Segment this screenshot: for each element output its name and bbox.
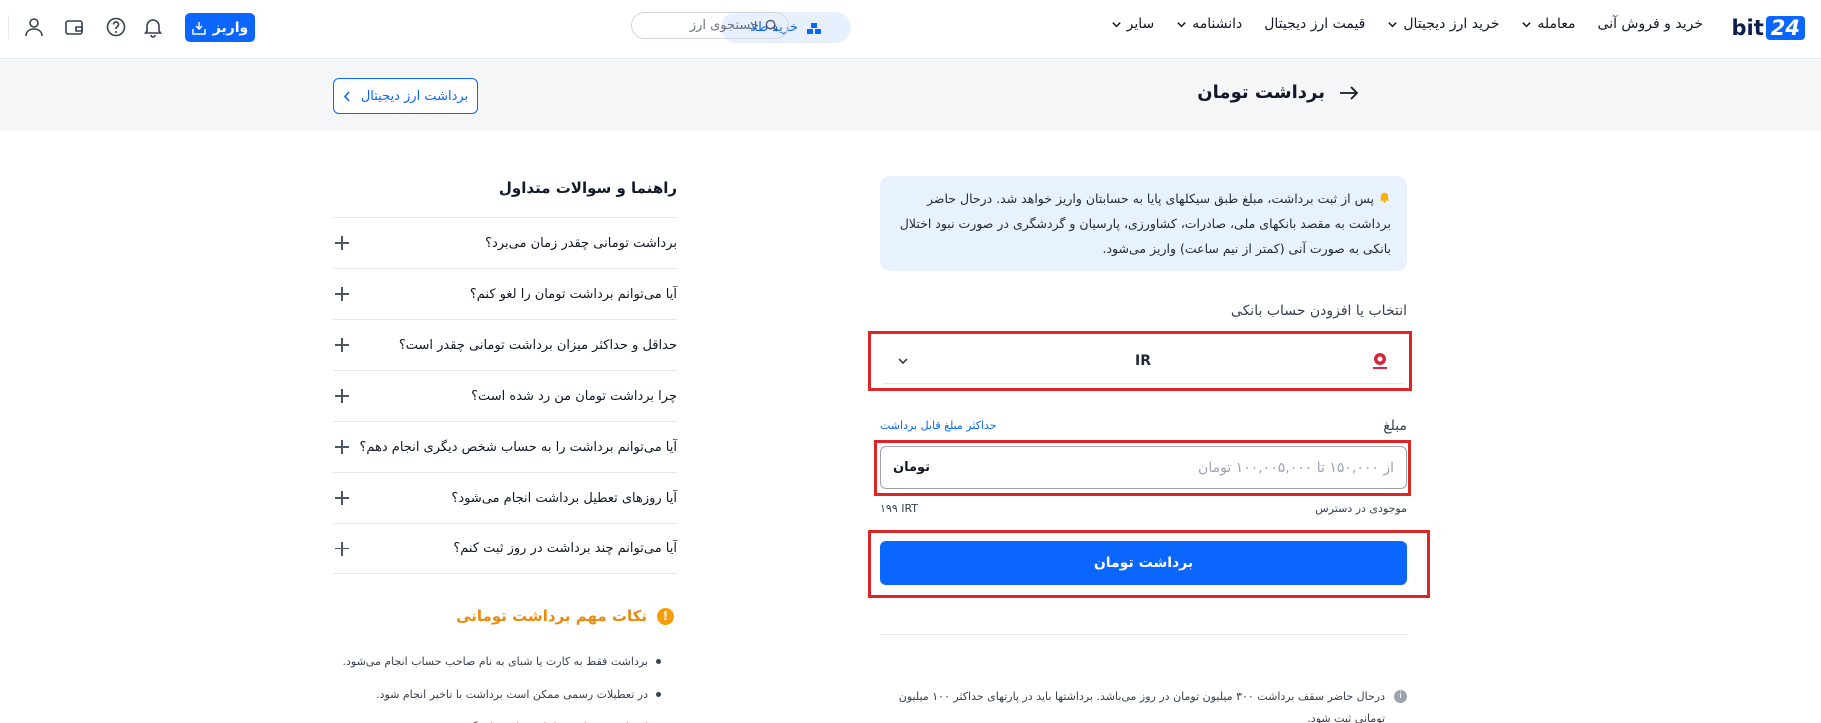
- faq-list: برداشت تومانی چقدر زمان می‌برد؟ آیا می‌ت…: [333, 217, 677, 574]
- info-icon: i: [1394, 690, 1407, 703]
- plus-icon: [335, 389, 349, 403]
- faq-question: آیا می‌توانم برداشت را به حساب شخص دیگری…: [359, 439, 677, 455]
- withdraw-limit-note: i درحال حاضر سقف برداشت ۳۰۰ میلیون تومان…: [880, 686, 1407, 723]
- amount-unit: تومان: [893, 460, 931, 475]
- faq-question: برداشت تومانی چقدر زمان می‌برد؟: [485, 235, 677, 251]
- nav-label: خرید و فروش آنی: [1597, 16, 1703, 32]
- wallet-icon[interactable]: [63, 16, 85, 38]
- user-icon[interactable]: [23, 16, 45, 38]
- warning-icon: !: [657, 607, 674, 625]
- crypto-withdraw-button[interactable]: برداشت ارز دیجیتال: [333, 78, 478, 114]
- search-box[interactable]: [631, 12, 789, 39]
- back-arrow-icon[interactable]: [1339, 85, 1359, 101]
- tips-title-text: نکات مهم برداشت تومانی: [456, 607, 647, 625]
- amount-input[interactable]: [1014, 459, 1394, 476]
- search-input[interactable]: [649, 18, 759, 33]
- faq-item[interactable]: آیا می‌توانم چند برداشت در روز ثبت کنم؟: [333, 523, 677, 574]
- plus-icon: [335, 338, 349, 352]
- tip-item: اشتباه در شماره شبا باعث تاخیر یا برگشت …: [321, 711, 661, 723]
- site-logo[interactable]: bit 24: [1731, 15, 1805, 41]
- page-title: برداشت تومان: [1197, 82, 1359, 103]
- logo-number: 24: [1765, 16, 1805, 40]
- available-balance-label: موجودی در دسترس: [1315, 502, 1407, 515]
- faq-question: حداقل و حداکثر میزان برداشت تومانی چقدر …: [398, 337, 677, 353]
- withdraw-submit-button[interactable]: برداشت تومان: [880, 541, 1407, 585]
- chevron-down-icon: [898, 358, 908, 365]
- faq-question: آیا روزهای تعطیل برداشت انجام می‌شود؟: [451, 490, 677, 506]
- top-navigation: bit 24 خرید و فروش آنی معامله خرید ارز دی…: [0, 0, 1821, 59]
- nav-trade[interactable]: معامله: [1521, 16, 1576, 32]
- plus-icon: [335, 287, 349, 301]
- faq-item[interactable]: آیا می‌توانم برداشت تومان را لغو کنم؟: [333, 268, 677, 319]
- divider: [880, 634, 1407, 635]
- tip-item: برداشت فقط به کارت یا شبای به نام صاحب ح…: [321, 645, 661, 678]
- help-icon[interactable]: [105, 16, 127, 38]
- nav-label: خرید ارز دیجیتال: [1403, 16, 1500, 32]
- plus-icon: [335, 541, 349, 556]
- nav-label: سایر: [1126, 16, 1155, 32]
- chevron-left-icon: [343, 90, 350, 102]
- nav-encyclopedia[interactable]: دانشنامه: [1176, 16, 1242, 32]
- amount-field[interactable]: تومان: [880, 446, 1407, 489]
- faq-item[interactable]: برداشت تومانی چقدر زمان می‌برد؟: [333, 217, 677, 268]
- nav-other[interactable]: سایر: [1111, 16, 1155, 32]
- plus-icon: [335, 491, 349, 505]
- deposit-label: واریز: [212, 19, 249, 36]
- nav-instant-trade[interactable]: خرید و فروش آنی: [1598, 16, 1703, 32]
- bank-logo-icon: [1373, 353, 1387, 369]
- crypto-withdraw-label: برداشت ارز دیجیتال: [360, 88, 469, 104]
- faq-title: راهنما و سوالات متداول: [498, 179, 677, 197]
- notice-text: پس از ثبت برداشت، مبلغ طبق سیکلهای پایا …: [899, 191, 1391, 256]
- plus-icon: [335, 440, 349, 454]
- withdraw-notice: پس از ثبت برداشت، مبلغ طبق سیکلهای پایا …: [880, 176, 1407, 271]
- search-icon: [765, 19, 778, 32]
- bank-account-label: انتخاب یا افزودن حساب بانکی: [1230, 303, 1407, 319]
- max-amount-link[interactable]: حداکثر مبلغ قابل برداشت: [880, 419, 997, 432]
- divider: [8, 15, 9, 39]
- page-header: برداشت تومان برداشت ارز دیجیتال: [0, 60, 1821, 131]
- nav-label: معامله: [1537, 16, 1576, 32]
- faq-item[interactable]: آیا می‌توانم برداشت را به حساب شخص دیگری…: [333, 421, 677, 472]
- bell-icon: [1378, 186, 1391, 211]
- tip-item: در تعطیلات رسمی ممکن است برداشت با تاخیر…: [321, 678, 661, 711]
- chevron-down-icon: [1111, 21, 1121, 27]
- plus-icon: [335, 236, 349, 250]
- bell-icon[interactable]: [142, 16, 164, 38]
- chevron-down-icon: [1177, 21, 1186, 27]
- chevron-down-icon: [1522, 21, 1532, 27]
- nav-crypto-prices[interactable]: قیمت ارز دیجیتال: [1264, 16, 1365, 32]
- amount-label: مبلغ: [1383, 418, 1407, 434]
- footnote-text: درحال حاضر سقف برداشت ۳۰۰ میلیون تومان د…: [898, 690, 1385, 723]
- download-tray-icon: [192, 21, 206, 35]
- tips-title: ! نکات مهم برداشت تومانی: [456, 607, 674, 625]
- page-title-text: برداشت تومان: [1197, 82, 1325, 103]
- faq-question: آیا می‌توانم چند برداشت در روز ثبت کنم؟: [453, 541, 677, 556]
- nav-label: قیمت ارز دیجیتال: [1264, 16, 1366, 32]
- selected-bank-value: IR: [1135, 352, 1151, 369]
- main-nav: خرید و فروش آنی معامله خرید ارز دیجیتال …: [1111, 16, 1703, 32]
- faq-question: آیا می‌توانم برداشت تومان را لغو کنم؟: [469, 286, 677, 302]
- deposit-button[interactable]: واریز: [185, 13, 255, 42]
- logo-word: bit: [1731, 16, 1764, 40]
- faq-question: چرا برداشت تومان من رد شده است؟: [471, 388, 677, 404]
- chevron-down-icon: [1388, 21, 1398, 27]
- faq-item[interactable]: آیا روزهای تعطیل برداشت انجام می‌شود؟: [333, 472, 677, 523]
- bank-account-select[interactable]: IR: [883, 338, 1403, 384]
- faq-item[interactable]: حداقل و حداکثر میزان برداشت تومانی چقدر …: [333, 319, 677, 370]
- nav-label: دانشنامه: [1192, 16, 1243, 32]
- gold-bars-icon: [806, 22, 821, 34]
- tips-list: برداشت فقط به کارت یا شبای به نام صاحب ح…: [321, 645, 661, 723]
- available-balance-value: ۱۹۹ IRT: [880, 502, 919, 515]
- nav-buy-crypto[interactable]: خرید ارز دیجیتال: [1387, 16, 1499, 32]
- faq-item[interactable]: چرا برداشت تومان من رد شده است؟: [333, 370, 677, 421]
